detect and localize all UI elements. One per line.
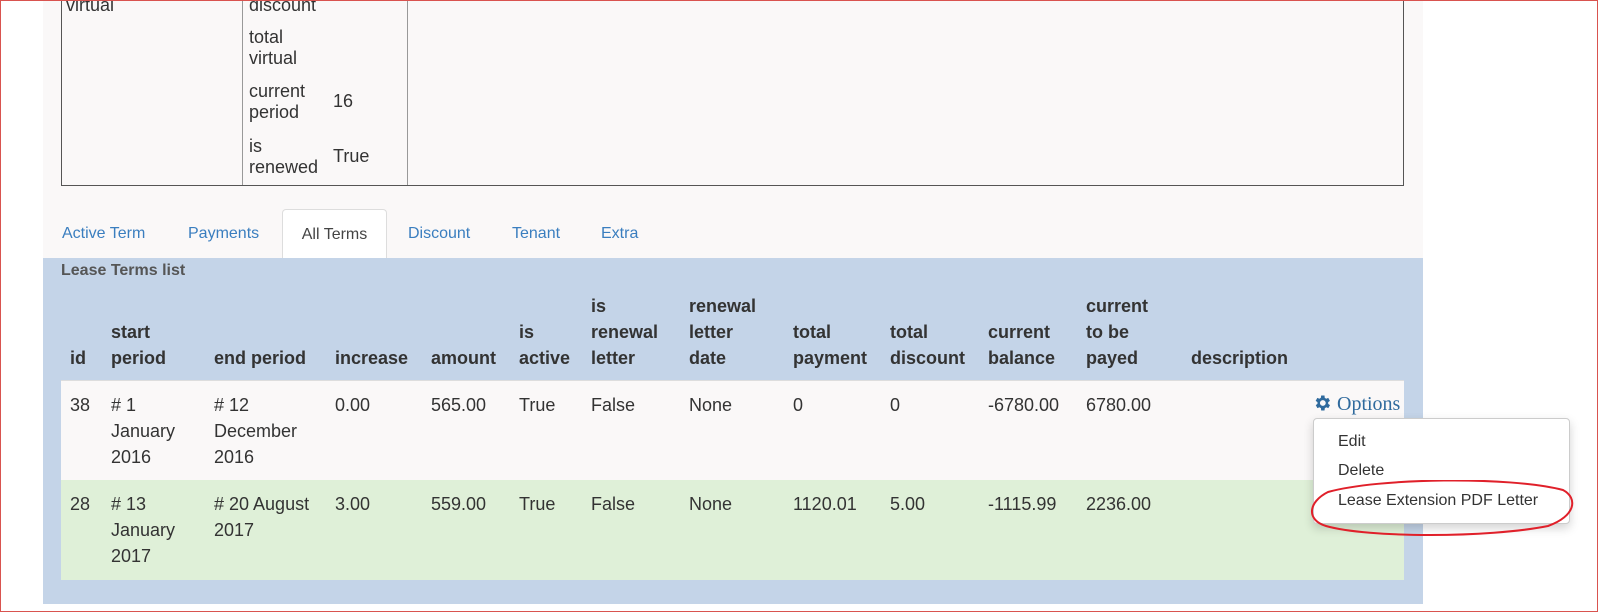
tab-active-term[interactable]: Active Term	[62, 225, 145, 243]
cell-current-to-be-payed: 2236.00	[1086, 494, 1152, 514]
cell-end-period: # 12 December 2016	[214, 395, 298, 467]
tab-discount[interactable]: Discount	[408, 225, 470, 243]
tab-all-terms[interactable]: All Terms	[282, 209, 387, 259]
cell-total-payment: 1120.01	[793, 494, 857, 514]
list-title: Lease Terms list	[61, 262, 186, 279]
tab-payments[interactable]: Payments	[188, 225, 259, 243]
header-current-balance: current balance	[988, 322, 1056, 368]
header-renewal-letter-date: renewal letter date	[689, 296, 757, 368]
header-is-renewal-letter: is renewal letter	[591, 296, 659, 368]
details-label-is-renewed: is renewed	[249, 136, 319, 177]
cell-is-renewal-letter: False	[591, 395, 636, 415]
header-end-period: end period	[214, 348, 307, 368]
cell-amount: 559.00	[431, 494, 487, 514]
tab-tenant[interactable]: Tenant	[512, 225, 560, 243]
cell-start-period: # 13 January 2017	[111, 494, 176, 566]
header-total-discount: total discount	[890, 322, 965, 368]
details-col-1	[62, 0, 243, 185]
tab-extra[interactable]: Extra	[601, 225, 638, 243]
header-id: id	[70, 348, 86, 368]
cell-is-active: True	[519, 395, 556, 415]
options-label: Options	[1337, 393, 1401, 415]
details-label-discount: discount	[249, 0, 317, 15]
options-button[interactable]: Options	[1312, 393, 1400, 416]
details-value-current-period: 16	[333, 91, 354, 111]
header-total-payment: total payment	[793, 322, 868, 368]
menu-item-edit[interactable]: Edit	[1338, 433, 1366, 451]
menu-item-delete[interactable]: Delete	[1338, 462, 1384, 480]
cell-renewal-letter-date: None	[689, 395, 733, 415]
details-value-is-renewed: True	[333, 146, 370, 166]
cell-id: 28	[70, 494, 91, 514]
details-label-virtual: virtual	[66, 0, 115, 15]
cell-total-payment: 0	[793, 395, 804, 415]
cell-current-to-be-payed: 6780.00	[1086, 395, 1152, 415]
cell-id: 38	[70, 395, 91, 415]
cell-amount: 565.00	[431, 395, 487, 415]
cell-current-balance: -6780.00	[988, 395, 1060, 415]
gear-icon	[1312, 393, 1337, 415]
cell-end-period: # 20 August 2017	[214, 494, 310, 540]
cell-is-renewal-letter: False	[591, 494, 636, 514]
header-is-active: is active	[519, 322, 571, 368]
cell-current-balance: -1115.99	[988, 494, 1057, 514]
cell-increase: 0.00	[335, 395, 371, 415]
details-label-total-virtual: total virtual	[249, 27, 298, 68]
header-amount: amount	[431, 348, 496, 368]
details-label-current-period: current period	[249, 81, 306, 122]
cell-renewal-letter-date: None	[689, 494, 733, 514]
header-start-period: start period	[111, 322, 167, 368]
cell-is-active: True	[519, 494, 556, 514]
cell-start-period: # 1 January 2016	[111, 395, 176, 467]
header-description: description	[1191, 348, 1289, 368]
annotation-circle	[1311, 480, 1574, 536]
header-increase: increase	[335, 348, 409, 368]
cell-increase: 3.00	[335, 494, 371, 514]
header-current-to-be-payed: current to be payed	[1086, 296, 1149, 368]
cell-total-discount: 5.00	[890, 494, 926, 514]
cell-total-discount: 0	[890, 395, 901, 415]
